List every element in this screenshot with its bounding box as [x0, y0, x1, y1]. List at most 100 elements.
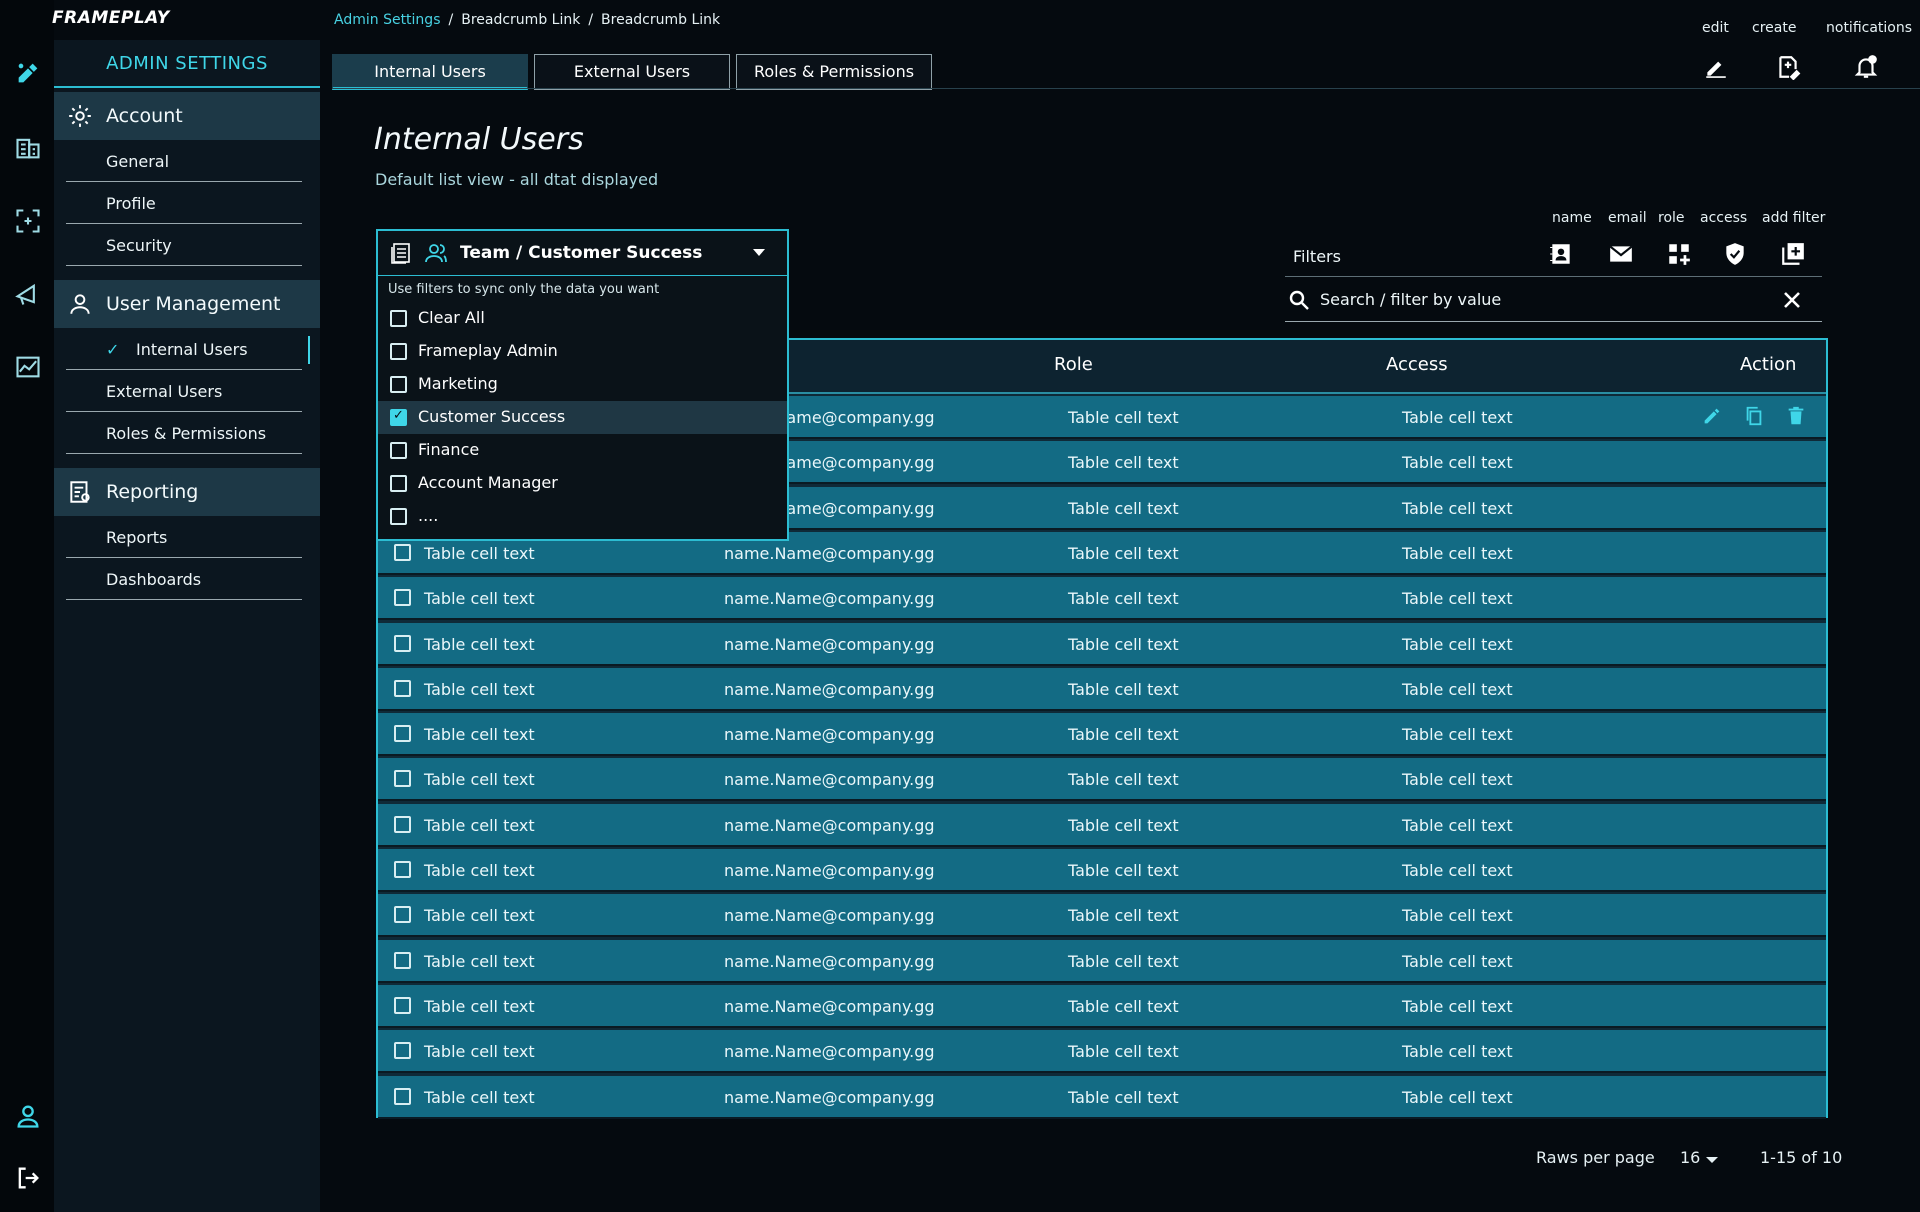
- option-checkbox[interactable]: [390, 442, 407, 459]
- sidebar-section-user-management[interactable]: User Management: [54, 280, 320, 328]
- scan-icon[interactable]: [13, 206, 43, 236]
- row-checkbox[interactable]: [394, 996, 411, 1014]
- option-checkbox[interactable]: [390, 376, 407, 393]
- row-checkbox[interactable]: [394, 589, 411, 607]
- row-checkbox[interactable]: [394, 725, 411, 743]
- rows-per-page-select[interactable]: 16: [1680, 1148, 1700, 1167]
- table-row[interactable]: Table cell text name.Name@company.gg Table…: [378, 713, 1826, 757]
- cell-access: Table cell text: [1402, 951, 1513, 971]
- dropdown-option[interactable]: ....: [378, 500, 787, 533]
- cell-access: Table cell text: [1402, 498, 1513, 518]
- option-checkbox[interactable]: [390, 508, 407, 525]
- filter-bar: Filters: [1285, 237, 1822, 277]
- edit-icon[interactable]: [1701, 52, 1731, 82]
- dropdown-option[interactable]: Marketing: [378, 368, 787, 401]
- cell-access: Table cell text: [1402, 770, 1513, 790]
- cell-name: Table cell text: [424, 725, 535, 745]
- header-divider: [332, 88, 1920, 89]
- role-grid-icon[interactable]: [1664, 239, 1694, 269]
- cell-name: Table cell text: [424, 543, 535, 563]
- sidebar-item-general[interactable]: General: [66, 140, 302, 182]
- team-filter-dropdown[interactable]: Team / Customer Success Use filters to s…: [376, 229, 789, 541]
- row-checkbox[interactable]: [394, 770, 411, 788]
- dropdown-option[interactable]: Finance: [378, 434, 787, 467]
- table-row[interactable]: Table cell text name.Name@company.gg Table…: [378, 577, 1826, 621]
- copy-icon[interactable]: [1742, 404, 1766, 428]
- sidebar-section-reporting[interactable]: Reporting: [54, 468, 320, 516]
- table-row[interactable]: Table cell text name.Name@company.gg Table…: [378, 667, 1826, 711]
- sidebar-item-dashboards[interactable]: Dashboards: [66, 558, 302, 600]
- contact-card-icon[interactable]: [1546, 239, 1576, 269]
- breadcrumb-link[interactable]: Breadcrumb Link: [461, 12, 580, 28]
- row-checkbox[interactable]: [394, 679, 411, 697]
- option-label: Customer Success: [418, 407, 566, 426]
- column-header-role[interactable]: Role: [1054, 354, 1093, 375]
- table-row[interactable]: Table cell text name.Name@company.gg Table…: [378, 758, 1826, 802]
- option-checkbox[interactable]: [390, 343, 407, 360]
- option-checkbox[interactable]: [390, 475, 407, 492]
- tab-roles-permissions[interactable]: Roles & Permissions: [736, 54, 932, 90]
- cell-name: Table cell text: [424, 815, 535, 835]
- tab-external-users[interactable]: External Users: [534, 54, 730, 90]
- table-row[interactable]: Table cell text name.Name@company.gg Table…: [378, 1030, 1826, 1074]
- building-icon[interactable]: [13, 133, 43, 163]
- shield-check-icon[interactable]: [1720, 239, 1750, 269]
- sidebar-item-reports[interactable]: Reports: [66, 516, 302, 558]
- profile-icon[interactable]: [13, 1101, 43, 1131]
- row-checkbox[interactable]: [394, 906, 411, 924]
- palette-icon[interactable]: [13, 58, 43, 88]
- table-row[interactable]: Table cell text name.Name@company.gg Table…: [378, 939, 1826, 983]
- sidebar-item-profile[interactable]: Profile: [66, 182, 302, 224]
- dropdown-option[interactable]: Account Manager: [378, 467, 787, 500]
- cell-access: Table cell text: [1402, 861, 1513, 880]
- breadcrumb-separator: /: [448, 12, 454, 28]
- breadcrumb-link[interactable]: Breadcrumb Link: [601, 12, 720, 28]
- sidebar-item-internal-users[interactable]: ✓ Internal Users: [66, 328, 310, 370]
- dropdown-option[interactable]: Clear All: [378, 302, 787, 335]
- table-row[interactable]: Table cell text name.Name@company.gg Table…: [378, 622, 1826, 666]
- rows-per-page-label: Raws per page: [1536, 1148, 1655, 1167]
- dropdown-trigger[interactable]: Team / Customer Success: [378, 231, 787, 276]
- table-row[interactable]: Table cell text name.Name@company.gg Table…: [378, 984, 1826, 1028]
- table-row[interactable]: Table cell text name.Name@company.gg Table…: [378, 849, 1826, 892]
- sidebar-section-label: Account: [106, 105, 183, 127]
- search-input[interactable]: Search / filter by value: [1285, 282, 1822, 322]
- add-filter-icon[interactable]: [1778, 239, 1808, 269]
- column-header-access[interactable]: Access: [1386, 354, 1448, 375]
- row-checkbox[interactable]: [394, 1042, 411, 1060]
- option-label: ....: [418, 506, 439, 525]
- sidebar-item-external-users[interactable]: External Users: [66, 370, 302, 412]
- create-icon[interactable]: [1773, 52, 1803, 82]
- row-checkbox[interactable]: [394, 861, 411, 878]
- sidebar-item-security[interactable]: Security: [66, 224, 302, 266]
- dropdown-option[interactable]: Customer Success: [378, 401, 787, 434]
- chevron-down-icon[interactable]: [1706, 1157, 1718, 1163]
- row-checkbox[interactable]: [394, 951, 411, 969]
- settings-sidebar: ADMIN SETTINGS Account General Profile S…: [54, 40, 320, 1212]
- table-row[interactable]: Table cell text name.Name@company.gg Table…: [378, 894, 1826, 938]
- breadcrumb-link[interactable]: Admin Settings: [334, 12, 441, 28]
- list-icon: [391, 243, 410, 264]
- sidebar-section-account[interactable]: Account: [54, 92, 320, 140]
- row-checkbox[interactable]: [394, 815, 411, 833]
- chevron-down-icon[interactable]: [753, 249, 765, 256]
- option-checkbox[interactable]: [390, 408, 407, 426]
- option-checkbox[interactable]: [390, 310, 407, 327]
- row-checkbox[interactable]: [394, 634, 411, 652]
- delete-icon[interactable]: [1784, 404, 1808, 428]
- sidebar-item-roles-permissions[interactable]: Roles & Permissions: [66, 412, 302, 454]
- row-checkbox[interactable]: [394, 543, 411, 561]
- cell-email: name.Name@company.gg: [724, 1087, 935, 1107]
- table-row[interactable]: Table cell text name.Name@company.gg Table…: [378, 1075, 1826, 1119]
- megaphone-icon[interactable]: [13, 279, 43, 309]
- analytics-icon[interactable]: [13, 352, 43, 382]
- email-icon[interactable]: [1606, 239, 1636, 269]
- table-row[interactable]: Table cell text name.Name@company.gg Table…: [378, 803, 1826, 847]
- row-checkbox[interactable]: [394, 1087, 411, 1105]
- edit-icon[interactable]: [1700, 404, 1724, 428]
- tab-internal-users[interactable]: Internal Users: [332, 54, 528, 90]
- logout-icon[interactable]: [13, 1163, 43, 1193]
- dropdown-option[interactable]: Frameplay Admin: [378, 335, 787, 368]
- close-icon[interactable]: [1780, 288, 1804, 312]
- notification-bell-icon[interactable]: [1851, 52, 1881, 82]
